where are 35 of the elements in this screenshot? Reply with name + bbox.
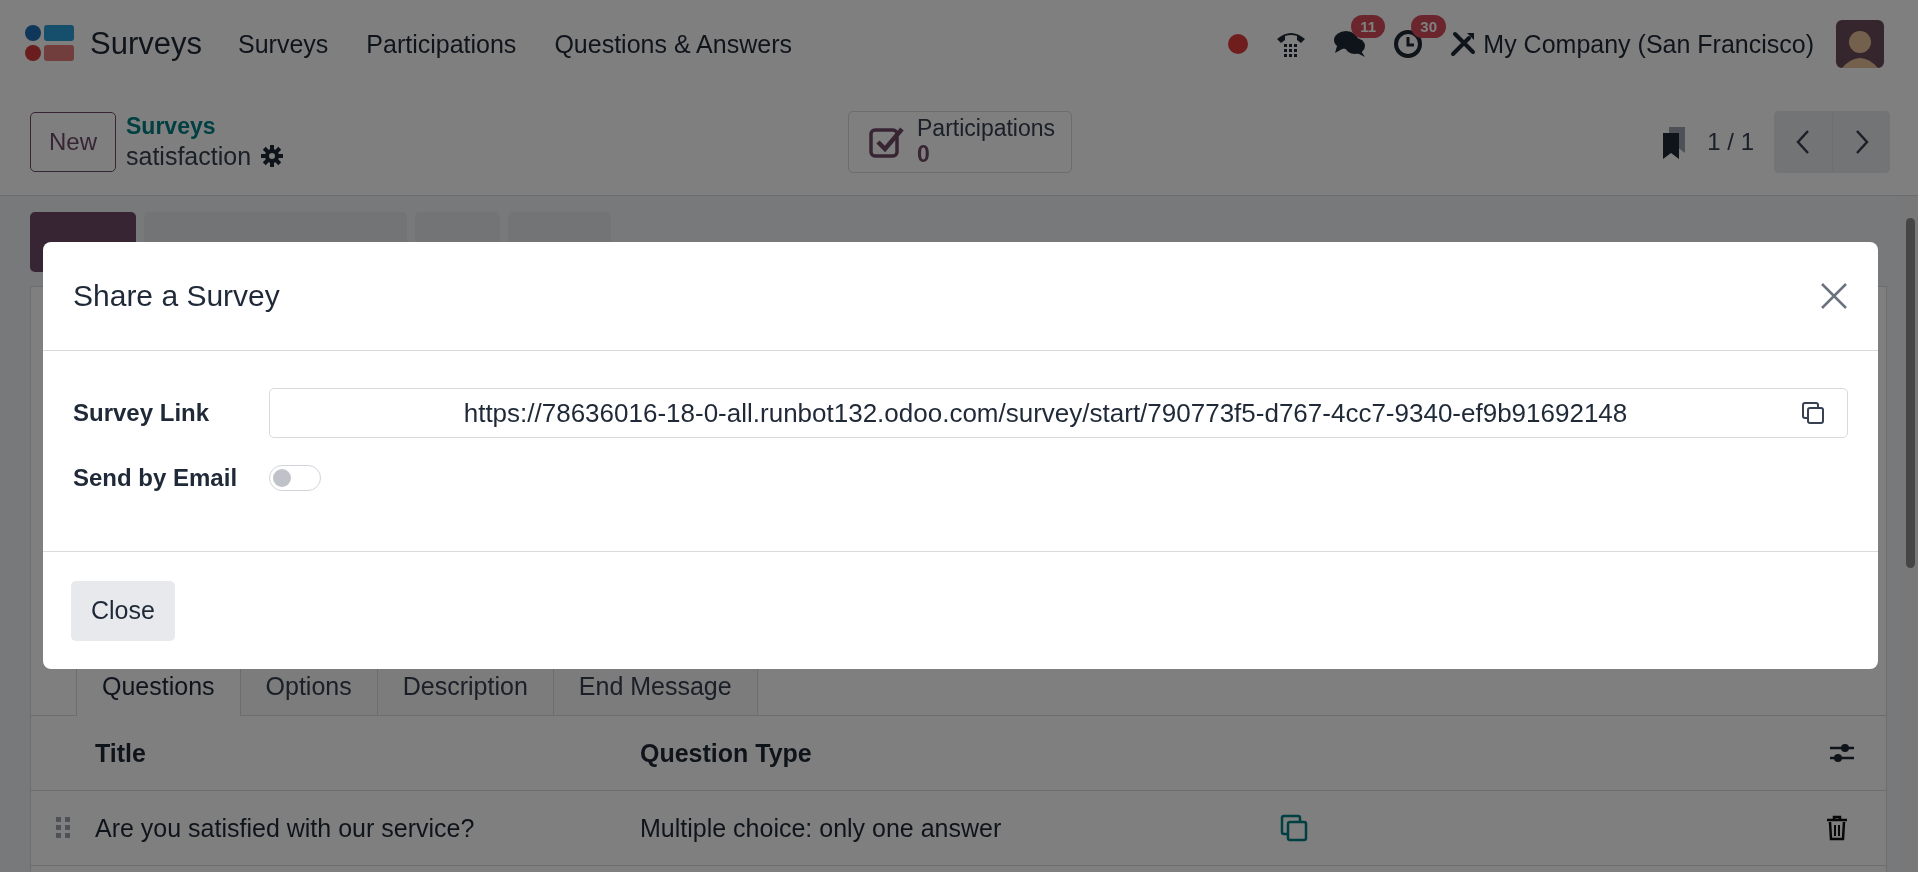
- new-button[interactable]: New: [30, 111, 116, 172]
- table-cell-text: Are you satisfied with our service?: [95, 813, 476, 843]
- pager-value: 1 / 1: [1707, 127, 1754, 156]
- table-cell-text: Multiple choice: only one answer: [640, 813, 1003, 843]
- field-label: Send by Email: [73, 464, 239, 492]
- column-header[interactable]: Title: [95, 738, 640, 768]
- menu-item[interactable]: Questions & Answers: [554, 29, 792, 59]
- participations-button[interactable]: Participations 0: [848, 110, 1072, 173]
- link-field[interactable]: https://78636016-18-0-all.runbot132.odoo.com/survey/start/790773f5-d767-4cc7-9340-ef9b91692148: [269, 388, 1848, 438]
- record-name: satisfaction: [126, 141, 252, 171]
- close-icon[interactable]: [1820, 282, 1848, 310]
- column-header[interactable]: Question Type: [640, 738, 1284, 768]
- chevron-left-icon: [1796, 128, 1810, 155]
- app-logo-icon[interactable]: [24, 24, 74, 64]
- sliders-icon[interactable]: [1828, 741, 1856, 765]
- notification-badge: 11: [1351, 15, 1386, 38]
- copy-icon[interactable]: [1801, 401, 1825, 425]
- tools-icon[interactable]: [1449, 30, 1478, 58]
- menu-item[interactable]: Surveys: [238, 29, 329, 59]
- menu-item[interactable]: Participations: [366, 29, 517, 59]
- company-switcher[interactable]: My Company (San Francisco): [1483, 29, 1814, 59]
- trash-icon[interactable]: [1826, 815, 1848, 841]
- app-name: Surveys: [90, 26, 202, 62]
- breadcrumb-link[interactable]: Surveys: [126, 112, 284, 140]
- toggle-switch[interactable]: [269, 465, 321, 491]
- bookmarks-icon[interactable]: [1661, 124, 1688, 159]
- chevron-right-icon: [1854, 128, 1869, 155]
- settings-icon[interactable]: [261, 145, 284, 167]
- drag-handle-icon[interactable]: [56, 817, 70, 839]
- record-dot-icon[interactable]: [1227, 33, 1250, 55]
- close-button[interactable]: Close: [71, 580, 175, 641]
- user-avatar[interactable]: [1836, 20, 1884, 68]
- dialog-title: Share a Survey: [73, 279, 280, 313]
- notification-badge: 30: [1411, 15, 1447, 38]
- field-label: Survey Link: [73, 399, 211, 427]
